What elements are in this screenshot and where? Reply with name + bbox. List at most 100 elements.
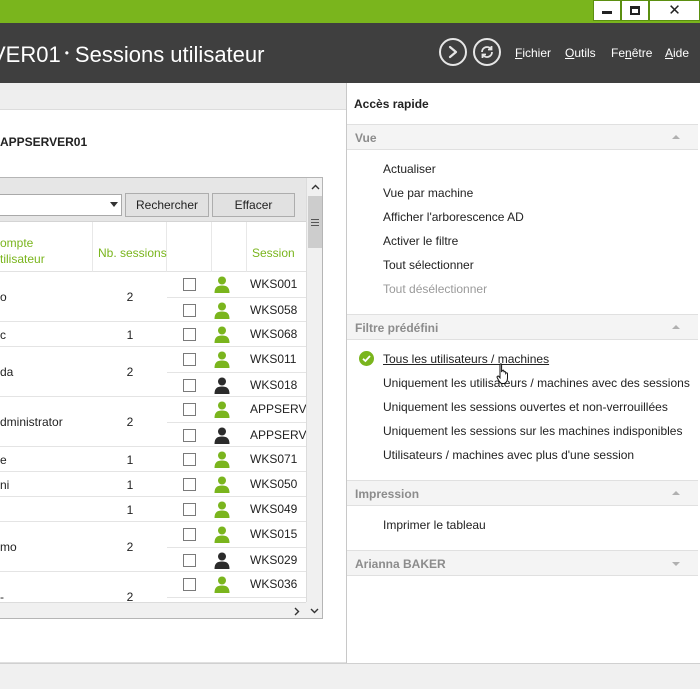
row-checkbox[interactable] [183, 528, 196, 541]
table-row[interactable]: ni 1 WKS050 [0, 472, 306, 497]
status-bar [0, 663, 700, 689]
account-name: e [0, 453, 7, 467]
session-name: APPSERVER [250, 402, 306, 416]
session-row[interactable]: WKS036 [167, 572, 306, 597]
scroll-thumb[interactable] [308, 196, 322, 248]
clear-button[interactable]: Effacer [212, 193, 295, 217]
session-row[interactable]: WKS050 [167, 472, 306, 497]
action-actualiser[interactable]: Actualiser [383, 162, 436, 176]
vertical-scrollbar[interactable] [306, 178, 322, 602]
app-header: VER01• Sessions utilisateur Fichier Outil… [0, 23, 700, 83]
session-row[interactable]: WKS029 [167, 547, 306, 572]
column-header-status[interactable] [212, 222, 247, 272]
action-tout-selectionner[interactable]: Tout sélectionner [383, 258, 474, 272]
filter-combo[interactable] [0, 194, 122, 216]
powershell-icon [448, 45, 458, 59]
menu-outils[interactable]: Outils [565, 45, 596, 61]
session-name: WKS029 [250, 553, 298, 567]
table-row[interactable]: dministrator 2 APPSERVER APPSERVER [0, 397, 306, 447]
hand-cursor-icon [496, 363, 508, 384]
account-name: mo [0, 540, 17, 554]
menu-fenetre-post: être [631, 46, 653, 60]
section-vue-header[interactable]: Vue [347, 124, 698, 150]
session-count: 1 [126, 503, 134, 517]
section-user-header[interactable]: Arianna BAKER [347, 550, 698, 576]
column-header-session-label: Session [252, 246, 295, 260]
close-button[interactable]: ✕ [649, 0, 700, 21]
row-checkbox[interactable] [183, 403, 196, 416]
row-checkbox[interactable] [183, 478, 196, 491]
title-server: VER01 [0, 42, 61, 67]
menu-fenetre[interactable]: Fenêtre [611, 45, 652, 61]
row-checkbox[interactable] [183, 379, 196, 392]
section-impression-label: Impression [355, 487, 420, 501]
scroll-down-button[interactable] [306, 602, 322, 618]
scroll-up-button[interactable] [307, 179, 322, 195]
filter-avec-sessions[interactable]: Uniquement les utilisateurs / machines a… [383, 376, 690, 390]
session-row[interactable]: APPSERVER [167, 422, 306, 447]
action-vue-par-machine[interactable]: Vue par machine [383, 186, 473, 200]
scroll-right-button[interactable] [289, 603, 305, 618]
session-row[interactable]: WKS068 [167, 322, 306, 347]
table-row[interactable]: 1 WKS049 [0, 497, 306, 522]
minimize-button[interactable] [593, 0, 621, 21]
row-checkbox[interactable] [183, 554, 196, 567]
horizontal-scrollbar[interactable] [0, 602, 306, 618]
row-checkbox[interactable] [183, 353, 196, 366]
column-header-sessions-count[interactable]: Nb. sessions [93, 222, 167, 272]
table-row[interactable]: c 1 WKS068 [0, 322, 306, 347]
section-filtre-header[interactable]: Filtre prédéfini [347, 314, 698, 340]
session-count: 1 [126, 478, 134, 492]
row-checkbox[interactable] [183, 278, 196, 291]
table-row[interactable]: da 2 WKS011 WKS018 [0, 347, 306, 397]
account-name: da [0, 365, 14, 379]
filter-machines-indisponibles[interactable]: Uniquement les sessions sur les machines… [383, 424, 682, 438]
session-row[interactable]: WKS018 [167, 372, 306, 397]
session-row[interactable]: WKS071 [167, 447, 306, 472]
user-icon [214, 276, 230, 293]
user-icon [214, 377, 230, 394]
column-header-checkbox[interactable] [167, 222, 212, 272]
menu-aide[interactable]: Aide [665, 45, 689, 61]
session-row[interactable]: WKS011 [167, 347, 306, 372]
column-header-session[interactable]: Session [247, 222, 306, 272]
row-checkbox[interactable] [183, 304, 196, 317]
menu-fenetre-mnemonic: n [625, 46, 632, 60]
action-imprimer-tableau[interactable]: Imprimer le tableau [383, 518, 486, 532]
title-page: Sessions utilisateur [74, 42, 265, 67]
action-activer-filtre[interactable]: Activer le filtre [383, 234, 458, 248]
row-checkbox[interactable] [183, 578, 196, 591]
session-row[interactable]: WKS058 [167, 297, 306, 322]
table-row[interactable]: o 2 WKS001 WKS058 [0, 272, 306, 322]
row-checkbox[interactable] [183, 453, 196, 466]
quick-access-title: Accès rapide [354, 97, 429, 111]
session-row[interactable]: APPSERVER [167, 397, 306, 422]
row-checkbox[interactable] [183, 429, 196, 442]
sessions-panel: APPSERVER01 Rechercher Effacer ompte til… [0, 83, 346, 663]
session-name: WKS068 [250, 327, 298, 341]
table-row[interactable]: e 1 WKS071 [0, 447, 306, 472]
filter-plus-une-session[interactable]: Utilisateurs / machines avec plus d'une … [383, 448, 634, 462]
session-row[interactable]: WKS015 [167, 522, 306, 547]
session-row[interactable]: WKS049 [167, 497, 306, 522]
collapse-icon [672, 135, 680, 139]
app-window: ✕ VER01• Sessions utilisateur Fichier Out… [0, 0, 700, 689]
table-row[interactable]: mo 2 WKS015 WKS029 [0, 522, 306, 572]
column-header-account[interactable]: ompte tilisateur [0, 222, 93, 272]
panel-top-bar [0, 83, 346, 110]
page-title: VER01• Sessions utilisateur [0, 39, 264, 67]
session-row[interactable]: WKS001 [167, 272, 306, 297]
row-checkbox[interactable] [183, 503, 196, 516]
filter-sessions-ouvertes[interactable]: Uniquement les sessions ouvertes et non-… [383, 400, 668, 414]
column-header-account-line1: ompte [0, 236, 34, 250]
refresh-button[interactable] [473, 38, 501, 66]
maximize-button[interactable] [621, 0, 649, 21]
action-afficher-arborescence-ad[interactable]: Afficher l'arborescence AD [383, 210, 524, 224]
powershell-button[interactable] [439, 38, 467, 66]
row-checkbox[interactable] [183, 328, 196, 341]
menu-fichier[interactable]: Fichier [515, 45, 551, 61]
filter-tous-utilisateurs[interactable]: Tous les utilisateurs / machines [383, 352, 549, 366]
session-count: 2 [126, 290, 134, 304]
section-impression-header[interactable]: Impression [347, 480, 698, 506]
search-button[interactable]: Rechercher [125, 193, 209, 217]
